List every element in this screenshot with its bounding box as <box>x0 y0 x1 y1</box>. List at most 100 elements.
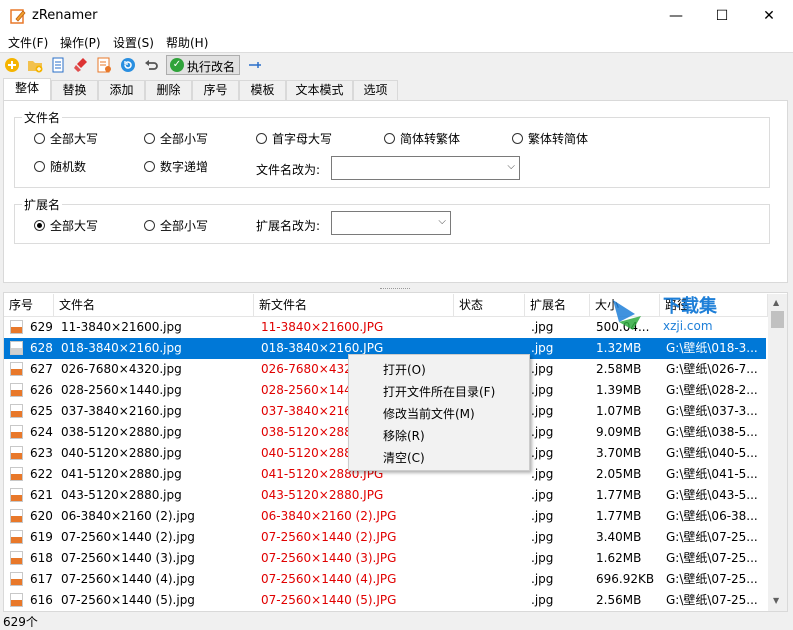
edit-document-icon[interactable] <box>96 57 112 73</box>
label-filename-lower: 全部小写 <box>160 132 209 146</box>
table-row[interactable]: 618 07-2560×1440 (3).jpg 07-2560×1440 (3).… <box>4 548 766 569</box>
check-icon: ✓ <box>170 58 184 72</box>
extension-group-title: 扩展名 <box>22 196 63 213</box>
jpg-file-icon <box>10 383 23 397</box>
col-new-filename[interactable]: 新文件名 <box>254 294 454 316</box>
jpg-file-icon <box>10 467 23 481</box>
clear-broom-icon[interactable] <box>73 57 89 73</box>
jpg-file-icon <box>10 488 23 502</box>
pin-icon[interactable] <box>247 57 263 73</box>
col-status[interactable]: 状态 <box>454 294 525 316</box>
refresh-icon[interactable] <box>120 57 136 73</box>
cell-name: 040-5120×2880.jpg <box>61 446 182 460</box>
ctx-modify-current[interactable]: 修改当前文件(M) <box>383 405 475 422</box>
cell-ext: .jpg <box>531 530 554 544</box>
execute-rename-button[interactable]: ✓ 执行改名 <box>166 55 240 75</box>
radio-number-increment[interactable] <box>144 161 155 172</box>
label-trad-to-simp: 繁体转简体 <box>528 132 589 146</box>
radio-filename-upper[interactable] <box>34 133 45 144</box>
jpg-file-icon <box>10 362 23 376</box>
cell-ext: .jpg <box>531 572 554 586</box>
label-number-increment: 数字递增 <box>160 160 209 174</box>
tab-template[interactable]: 模板 <box>239 80 286 100</box>
table-row[interactable]: 619 07-2560×1440 (2).jpg 07-2560×1440 (2).… <box>4 527 766 548</box>
table-row[interactable]: 616 07-2560×1440 (5).jpg 07-2560×1440 (5).… <box>4 590 766 611</box>
cell-path: G:\壁纸\06-38... <box>666 509 758 523</box>
cell-no: 626 <box>30 383 53 397</box>
file-count: 629个 <box>3 615 38 629</box>
window-title: zRenamer <box>32 8 98 23</box>
undo-icon[interactable] <box>143 57 159 73</box>
label-simp-to-trad: 简体转繁体 <box>400 132 461 146</box>
jpg-file-icon <box>10 320 23 334</box>
cell-name: 07-2560×1440 (3).jpg <box>61 551 195 565</box>
tab-overall[interactable]: 整体 <box>3 78 51 101</box>
cell-path: G:\壁纸\07-25... <box>666 572 758 586</box>
cell-ext: .jpg <box>531 509 554 523</box>
cell-no: 617 <box>30 572 53 586</box>
tab-text-mode[interactable]: 文本模式 <box>286 80 353 100</box>
cell-no: 618 <box>30 551 53 565</box>
radio-random-number[interactable] <box>34 161 45 172</box>
tab-options[interactable]: 选项 <box>353 80 398 100</box>
cell-size: 2.58MB <box>596 362 642 376</box>
tab-delete[interactable]: 删除 <box>145 80 192 100</box>
maximize-button[interactable]: ☐ <box>699 0 745 32</box>
col-number[interactable]: 序号 <box>4 294 54 316</box>
cell-newname: 06-3840×2160 (2).JPG <box>261 509 397 523</box>
close-button[interactable]: ✕ <box>746 0 792 32</box>
ctx-open[interactable]: 打开(O) <box>383 361 426 378</box>
cell-name: 026-7680×4320.jpg <box>61 362 182 376</box>
menu-file[interactable]: 文件(F) <box>8 34 48 51</box>
menu-help[interactable]: 帮助(H) <box>166 34 208 51</box>
jpg-file-icon <box>10 446 23 460</box>
radio-filename-capitalize[interactable] <box>256 133 267 144</box>
ctx-open-folder[interactable]: 打开文件所在目录(F) <box>383 383 495 400</box>
table-row[interactable]: 620 06-3840×2160 (2).jpg 06-3840×2160 (2).… <box>4 506 766 527</box>
cell-newname: 07-2560×1440 (2).JPG <box>261 530 397 544</box>
radio-ext-upper[interactable] <box>34 220 45 231</box>
scrollbar-thumb[interactable] <box>771 311 784 328</box>
cell-path: G:\壁纸\040-5... <box>666 446 758 460</box>
filename-group-title: 文件名 <box>22 109 63 126</box>
cell-size: 696.92KB <box>596 572 655 586</box>
document-list-icon[interactable] <box>50 57 66 73</box>
menu-operation[interactable]: 操作(P) <box>60 34 101 51</box>
status-bar: 629个 <box>0 612 793 629</box>
radio-simp-to-trad[interactable] <box>384 133 395 144</box>
ext-change-combo[interactable]: ⌵ <box>331 211 451 235</box>
radio-filename-lower[interactable] <box>144 133 155 144</box>
menu-settings[interactable]: 设置(S) <box>113 34 154 51</box>
tab-add[interactable]: 添加 <box>98 80 145 100</box>
vertical-scrollbar[interactable]: ▲ ▼ <box>768 294 787 611</box>
cell-size: 1.77MB <box>596 509 642 523</box>
ctx-remove[interactable]: 移除(R) <box>383 427 425 444</box>
toolbar <box>0 52 793 79</box>
scroll-down-icon[interactable]: ▼ <box>773 596 779 605</box>
col-extension[interactable]: 扩展名 <box>525 294 590 316</box>
radio-ext-lower[interactable] <box>144 220 155 231</box>
scroll-up-icon[interactable]: ▲ <box>773 298 779 307</box>
cell-ext: .jpg <box>531 593 554 607</box>
cell-name: 11-3840×21600.jpg <box>61 320 182 334</box>
col-filename[interactable]: 文件名 <box>54 294 254 316</box>
cell-no: 621 <box>30 488 53 502</box>
add-file-icon[interactable] <box>4 57 20 73</box>
radio-trad-to-simp[interactable] <box>512 133 523 144</box>
add-folder-icon[interactable] <box>27 57 43 73</box>
tab-replace[interactable]: 替换 <box>51 80 98 100</box>
minimize-button[interactable]: — <box>653 0 699 32</box>
cell-path: G:\壁纸\07-25... <box>666 530 758 544</box>
cell-size: 1.32MB <box>596 341 642 355</box>
cell-name: 043-5120×2880.jpg <box>61 488 182 502</box>
table-row[interactable]: 617 07-2560×1440 (4).jpg 07-2560×1440 (4).… <box>4 569 766 590</box>
tab-sequence[interactable]: 序号 <box>192 80 239 100</box>
jpg-file-icon <box>10 572 23 586</box>
cell-no: 629 <box>30 320 53 334</box>
cell-ext: .jpg <box>531 341 554 355</box>
cell-no: 623 <box>30 446 53 460</box>
filename-change-combo[interactable]: ⌵ <box>331 156 520 180</box>
table-row[interactable]: 621 043-5120×2880.jpg 043-5120×2880.JPG .jp… <box>4 485 766 506</box>
ctx-clear[interactable]: 清空(C) <box>383 449 425 466</box>
cell-no: 622 <box>30 467 53 481</box>
